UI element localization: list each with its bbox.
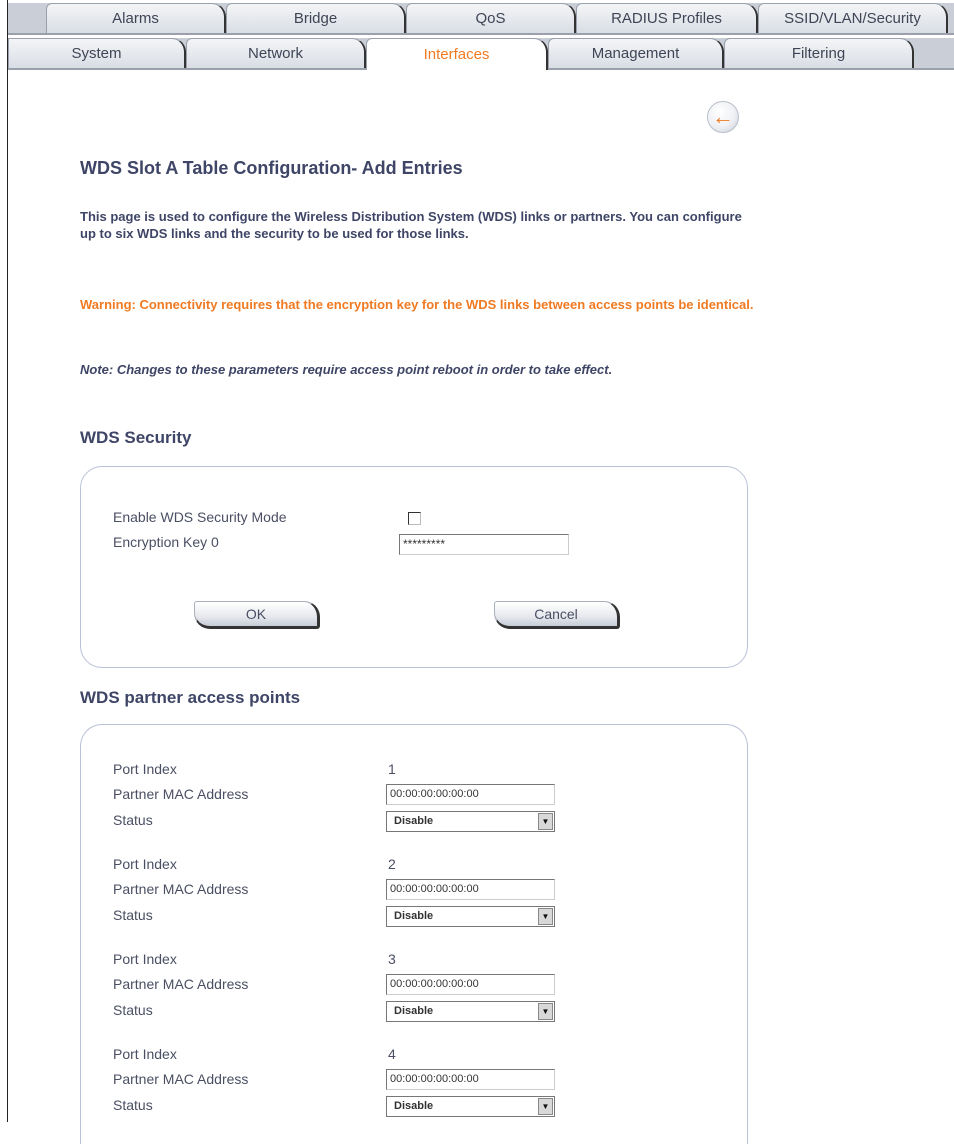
wds-security-panel: Enable WDS Security Mode Encryption Key …	[80, 466, 748, 668]
status-label: Status	[113, 1002, 153, 1018]
partner-mac-input[interactable]: 00:00:00:00:00:00	[386, 974, 555, 995]
port-index-label: Port Index	[113, 856, 177, 872]
status-select-value: Disable	[394, 1100, 434, 1112]
status-select[interactable]: Disable ▼	[386, 906, 555, 927]
note-text: Note: Changes to these parameters requir…	[80, 362, 613, 377]
status-label: Status	[113, 907, 153, 923]
page-title: WDS Slot A Table Configuration- Add Entr…	[80, 158, 463, 178]
status-label: Status	[113, 1097, 153, 1113]
status-select-value: Disable	[394, 1005, 434, 1017]
tab-bar-bottom: System Network Interfaces Management Fil…	[8, 38, 954, 70]
tab-ssid-vlan-security[interactable]: SSID/VLAN/Security	[758, 3, 948, 33]
tab-bridge[interactable]: Bridge	[226, 3, 406, 33]
wds-partners-heading: WDS partner access points	[80, 688, 301, 707]
back-arrow-icon[interactable]: ←	[707, 101, 739, 133]
port-index-label: Port Index	[113, 951, 177, 967]
dropdown-arrow-icon[interactable]: ▼	[538, 908, 553, 925]
status-select[interactable]: Disable ▼	[386, 811, 555, 832]
ok-button[interactable]: OK	[194, 601, 320, 629]
intro-text: This page is used to configure the Wirel…	[80, 209, 742, 241]
partner-mac-label: Partner MAC Address	[113, 1071, 249, 1087]
port-index-label: Port Index	[113, 1046, 177, 1062]
dropdown-arrow-icon[interactable]: ▼	[538, 1098, 553, 1115]
enable-wds-security-checkbox[interactable]	[408, 512, 421, 525]
tab-qos[interactable]: QoS	[406, 3, 576, 33]
status-select[interactable]: Disable ▼	[386, 1001, 555, 1022]
port-index-label: Port Index	[113, 761, 177, 777]
tab-interfaces[interactable]: Interfaces	[366, 38, 548, 70]
tab-management[interactable]: Management	[548, 38, 724, 68]
tab-system[interactable]: System	[8, 38, 186, 68]
tab-bar-top: Alarms Bridge QoS RADIUS Profiles SSID/V…	[8, 3, 954, 35]
tab-filtering[interactable]: Filtering	[724, 38, 914, 68]
partner-mac-label: Partner MAC Address	[113, 976, 249, 992]
partner-mac-input[interactable]: 00:00:00:00:00:00	[386, 1069, 555, 1090]
tab-alarms[interactable]: Alarms	[46, 3, 226, 33]
status-select[interactable]: Disable ▼	[386, 1096, 555, 1117]
port-index-value: 3	[388, 951, 396, 967]
port-index-value: 1	[388, 761, 396, 777]
status-select-value: Disable	[394, 910, 434, 922]
window-frame-edge	[7, 0, 8, 1122]
encryption-key-label: Encryption Key 0	[113, 534, 219, 550]
partner-mac-label: Partner MAC Address	[113, 786, 249, 802]
tab-network[interactable]: Network	[186, 38, 366, 68]
tab-radius-profiles[interactable]: RADIUS Profiles	[576, 3, 758, 33]
cancel-button[interactable]: Cancel	[494, 601, 620, 629]
encryption-key-input[interactable]: *********	[399, 534, 569, 555]
port-index-value: 4	[388, 1046, 396, 1062]
warning-text: Warning: Connectivity requires that the …	[80, 297, 754, 312]
dropdown-arrow-icon[interactable]: ▼	[538, 813, 553, 830]
partner-mac-input[interactable]: 00:00:00:00:00:00	[386, 784, 555, 805]
status-select-value: Disable	[394, 815, 434, 827]
wds-partners-panel: Port Index 1 Partner MAC Address 00:00:0…	[80, 724, 748, 1144]
dropdown-arrow-icon[interactable]: ▼	[538, 1003, 553, 1020]
partner-mac-label: Partner MAC Address	[113, 881, 249, 897]
partner-mac-input[interactable]: 00:00:00:00:00:00	[386, 879, 555, 900]
status-label: Status	[113, 812, 153, 828]
port-index-value: 2	[388, 856, 396, 872]
enable-wds-security-label: Enable WDS Security Mode	[113, 509, 287, 525]
wds-security-heading: WDS Security	[80, 428, 192, 447]
